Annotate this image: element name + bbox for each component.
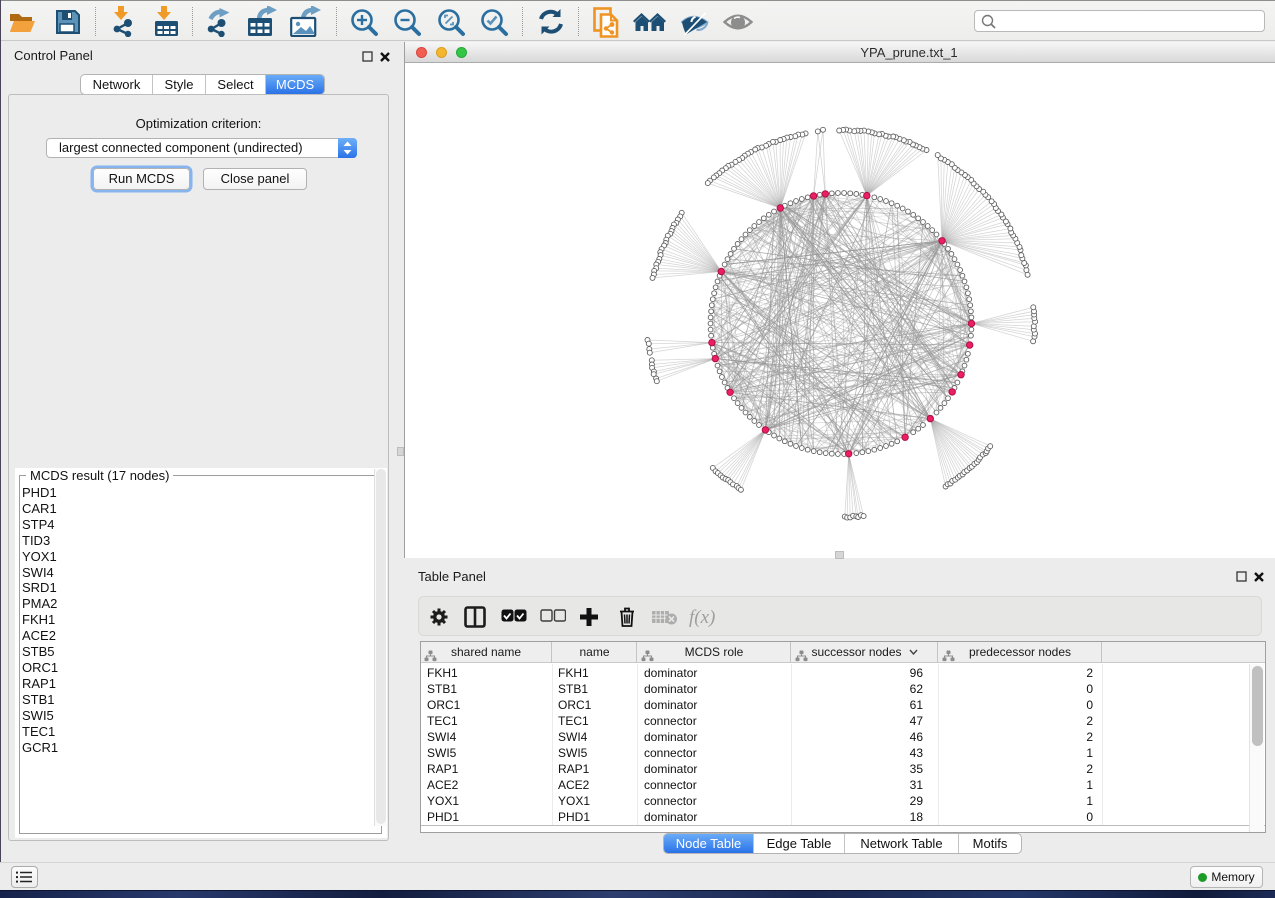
svg-text:f(x): f(x) [689, 607, 715, 628]
